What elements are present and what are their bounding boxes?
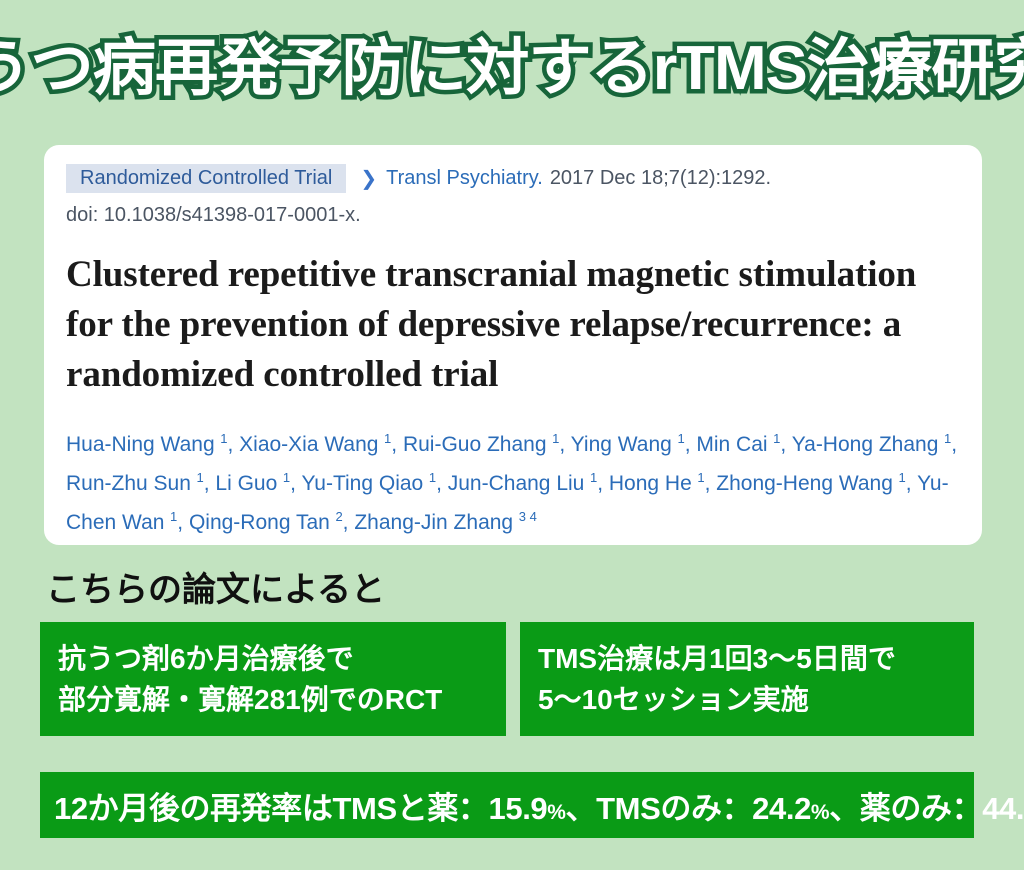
author-affiliation-marker: 1	[673, 431, 685, 446]
author-name[interactable]: Qing-Rong Tan	[189, 511, 330, 534]
page-title: うつ病再発予防に対するrTMS治療研究	[0, 33, 1024, 104]
author-separator: ,	[704, 472, 717, 495]
author-affiliation-marker: 1	[216, 431, 228, 446]
relapse-prefix: 12か月後の再発率はTMSと薬：15.9	[54, 790, 548, 826]
author-name[interactable]: Hong He	[609, 472, 692, 495]
author-separator: ,	[559, 433, 571, 456]
author-name[interactable]: Ya-Hong Zhang	[792, 433, 939, 456]
author-separator: ,	[290, 472, 302, 495]
author-affiliation-marker: 1	[425, 470, 437, 485]
author-affiliation-marker: 1	[279, 470, 291, 485]
author-separator: ,	[597, 472, 609, 495]
author-separator: ,	[227, 433, 240, 456]
author-name[interactable]: Rui-Guo Zhang	[403, 433, 547, 456]
fact-left-line-2: 部分寛解・寛解281例でのRCT	[58, 684, 443, 715]
author-separator: ,	[951, 433, 958, 456]
author-name[interactable]: Min Cai	[696, 433, 767, 456]
relapse-rate-statement: 12か月後の再発率はTMSと薬：15.9%、TMSのみ：24.2%、薬のみ：44…	[54, 783, 1024, 828]
fact-left-line-1: 抗うつ剤6か月治療後で	[58, 643, 354, 674]
publication-type-badge: Randomized Controlled Trial	[66, 163, 347, 193]
author-affiliation-marker: 1	[693, 470, 705, 485]
percent-sign-1: %	[547, 800, 566, 824]
relapse-mid-2: 、薬のみ：44.4	[829, 790, 1024, 826]
author-separator: ,	[391, 433, 403, 456]
author-separator: ,	[203, 472, 216, 495]
author-affiliation-marker: 1	[769, 431, 781, 446]
author-affiliation-marker: 1	[894, 470, 906, 485]
author-name[interactable]: Hua-Ning Wang	[66, 433, 215, 456]
author-affiliation-marker: 2	[331, 509, 343, 524]
fact-box-left: 抗うつ剤6か月治療後で 部分寛解・寛解281例でのRCT	[40, 622, 506, 736]
leadin-text: こちらの論文によると	[46, 571, 385, 609]
chevron-right-icon: ❯	[360, 167, 378, 190]
author-separator: ,	[905, 472, 918, 495]
author-affiliation-marker: 1	[166, 509, 178, 524]
author-separator: ,	[436, 472, 448, 495]
author-separator: ,	[342, 511, 355, 534]
author-affiliation-marker: 3 4	[515, 509, 537, 524]
fact-box-wide: 12か月後の再発率はTMSと薬：15.9%、TMSのみ：24.2%、薬のみ：44…	[40, 772, 1024, 838]
author-name[interactable]: Li Guo	[215, 472, 277, 495]
doi-text: doi: 10.1038/s41398-017-0001-x.	[66, 204, 361, 226]
author-separator: ,	[177, 511, 189, 534]
author-list: Hua-Ning Wang 1, Xiao-Xia Wang 1, Rui-Gu…	[66, 422, 971, 539]
author-name[interactable]: Jun-Chang Liu	[448, 472, 585, 495]
author-name[interactable]: Zhang-Jin Zhang	[354, 511, 513, 534]
author-name[interactable]: Ying Wang	[571, 433, 672, 456]
author-affiliation-marker: 1	[548, 431, 560, 446]
author-separator: ,	[780, 433, 792, 456]
citation-details: 2017 Dec 18;7(12):1292.	[549, 166, 772, 189]
author-affiliation-marker: 1	[192, 470, 204, 485]
fact-box-right: TMS治療は月1回3〜5日間で 5〜10セッション実施	[520, 622, 974, 736]
author-affiliation-marker: 1	[586, 470, 598, 485]
citation-card: Randomized Controlled Trial ❯ Transl Psy…	[44, 145, 982, 545]
author-affiliation-marker: 1	[940, 431, 952, 446]
author-affiliation-marker: 1	[380, 431, 392, 446]
author-separator: ,	[684, 433, 697, 456]
author-name[interactable]: Yu-Ting Qiao	[301, 472, 423, 495]
fact-right-line-1: TMS治療は月1回3〜5日間で	[538, 643, 896, 674]
relapse-mid-1: 、TMSのみ：24.2	[565, 790, 812, 826]
journal-link[interactable]: Transl Psychiatry.	[386, 167, 543, 190]
paper-title: Clustered repetitive transcranial magnet…	[66, 254, 917, 395]
percent-sign-2: %	[810, 800, 830, 824]
author-name[interactable]: Xiao-Xia Wang	[239, 433, 378, 456]
citation-line: Randomized Controlled Trial ❯ Transl Psy…	[66, 163, 960, 193]
author-name[interactable]: Zhong-Heng Wang	[716, 472, 893, 495]
author-name[interactable]: Run-Zhu Sun	[66, 472, 191, 495]
fact-right-line-2: 5〜10セッション実施	[538, 684, 809, 715]
headline-banner: うつ病再発予防に対するrTMS治療研究	[0, 24, 1024, 114]
